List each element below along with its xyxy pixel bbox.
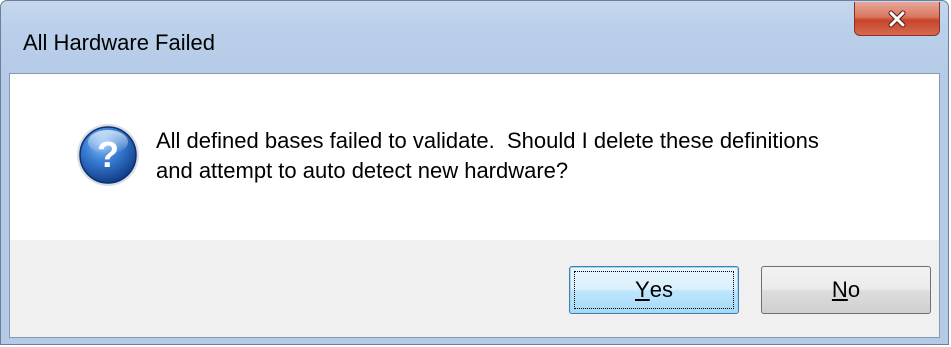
no-button-mnemonic: N <box>831 277 848 302</box>
close-icon <box>888 10 906 27</box>
message-line-2: and attempt to auto detect new hardware? <box>156 158 569 183</box>
yes-button-mnemonic: Y <box>635 277 650 302</box>
no-button[interactable]: No <box>761 266 931 314</box>
yes-button[interactable]: Yes <box>569 266 739 314</box>
question-icon: ? <box>77 124 139 186</box>
window-title: All Hardware Failed <box>23 30 215 55</box>
close-button[interactable] <box>854 2 940 36</box>
no-button-label: o <box>847 277 861 302</box>
message-area: ? All defined bases failed to validate. … <box>10 74 939 240</box>
dialog-client-area: ? All defined bases failed to validate. … <box>9 73 940 338</box>
yes-button-label: es <box>649 277 673 302</box>
button-row: Yes No <box>10 240 939 337</box>
dialog-message: All defined bases failed to validate. Sh… <box>156 126 916 186</box>
dialog-window: All Hardware Failed ? All defined bases … <box>0 0 949 345</box>
message-line-1: All defined bases failed to validate. Sh… <box>156 128 819 153</box>
title-bar[interactable]: All Hardware Failed <box>1 1 948 73</box>
svg-text:?: ? <box>97 134 119 175</box>
